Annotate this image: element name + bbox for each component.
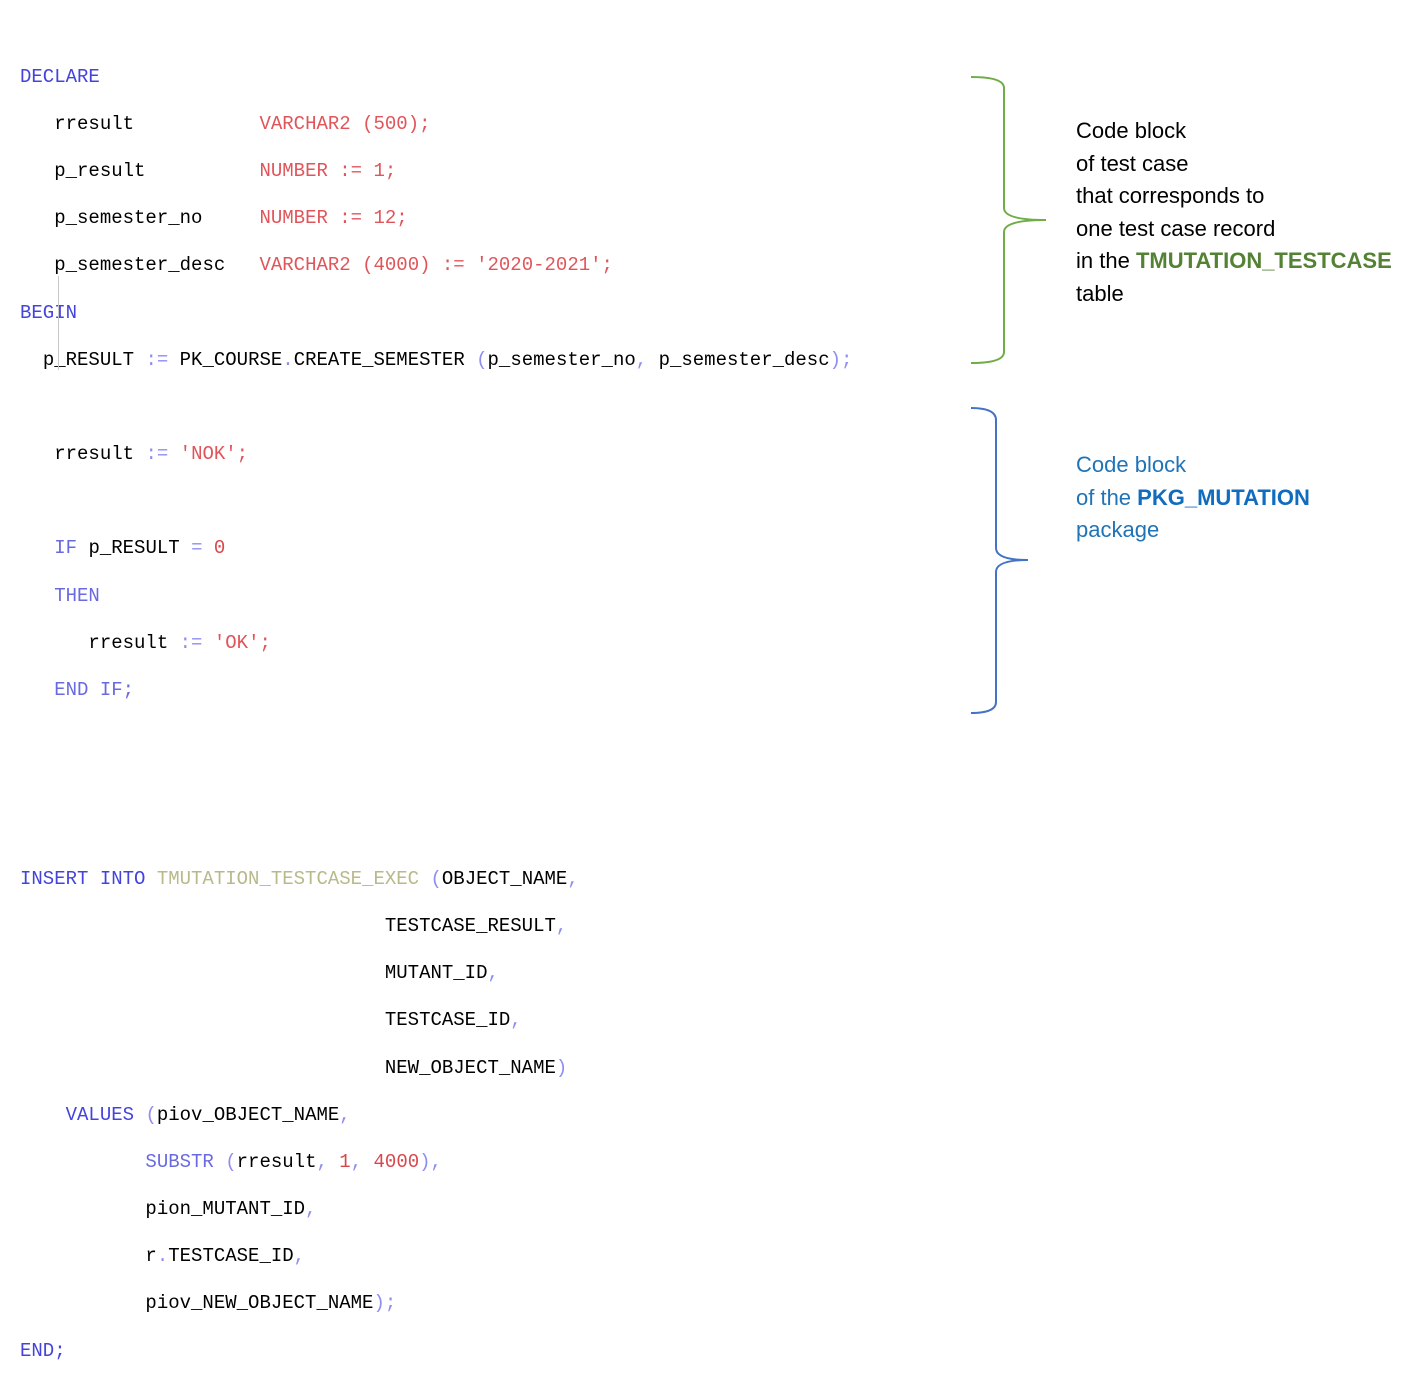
annotation-line: Code block: [1076, 452, 1187, 477]
value-prefix: r: [145, 1245, 157, 1268]
open-paren: (: [430, 867, 442, 890]
code-line-insert: INSERT INTO TMUTATION_TESTCASE_EXEC (OBJ…: [20, 868, 852, 892]
comma: ,: [555, 914, 568, 937]
annotation-test-case: Code block of test case that corresponds…: [1076, 115, 1392, 310]
code-line-values: VALUES (piov_OBJECT_NAME,: [20, 1104, 852, 1128]
comma: ,: [430, 1150, 442, 1173]
brace-test-case: [970, 76, 1047, 364]
comma: ,: [293, 1245, 306, 1268]
brace-pkg-mutation: [970, 407, 1029, 714]
code-line-value: r.TESTCASE_ID,: [20, 1245, 852, 1269]
value-expr: piov_OBJECT_NAME: [156, 1103, 340, 1126]
close-paren: ): [419, 1150, 431, 1173]
annotation-line: table: [1076, 280, 1124, 306]
code-line-value: SUBSTR (rresult, 1, 4000),: [20, 1151, 852, 1175]
package-name-highlight: PKG_MUTATION: [1137, 484, 1310, 510]
keyword-end: END;: [20, 1339, 66, 1362]
comma: ,: [350, 1150, 363, 1173]
annotation-line: one test case record: [1076, 215, 1276, 241]
table-name: TMUTATION_TESTCASE_EXEC: [156, 867, 420, 890]
comma: ,: [487, 962, 499, 985]
code-line-value: piov_NEW_OBJECT_NAME);: [20, 1292, 852, 1316]
column-name: NEW_OBJECT_NAME: [384, 1056, 556, 1079]
column-name: TESTCASE_ID: [384, 1009, 511, 1032]
code-line-value: pion_MUTANT_ID,: [20, 1198, 852, 1222]
function-substr: SUBSTR: [145, 1150, 214, 1173]
table-name-highlight: TMUTATION_TESTCASE: [1135, 248, 1392, 273]
number-literal: 4000: [373, 1150, 420, 1173]
annotation-line: Code block: [1076, 118, 1187, 143]
dot-operator: .: [156, 1245, 169, 1268]
substr-arg: rresult: [236, 1150, 317, 1173]
value-expr: pion_MUTANT_ID: [145, 1198, 306, 1221]
comma: ,: [567, 867, 579, 890]
annotation-pkg-mutation: Code block of the PKG_MUTATION package: [1076, 449, 1310, 547]
annotation-line: package: [1076, 517, 1160, 542]
annotation-line: that corresponds to: [1076, 183, 1265, 208]
comma: ,: [316, 1150, 328, 1173]
code-line-col: MUTANT_ID,: [20, 962, 852, 986]
value-expr: piov_NEW_OBJECT_NAME: [145, 1292, 374, 1315]
column-name: MUTANT_ID: [384, 962, 488, 985]
column-name: OBJECT_NAME: [441, 867, 568, 890]
code-line-col: TESTCASE_RESULT,: [20, 915, 852, 939]
keyword-values: VALUES: [65, 1103, 135, 1126]
keyword-insert-into: INSERT INTO: [20, 867, 146, 890]
close-paren: );: [373, 1292, 397, 1315]
number-literal: 1: [339, 1150, 351, 1173]
code-line-col: NEW_OBJECT_NAME): [20, 1057, 852, 1081]
open-paren: (: [145, 1103, 157, 1126]
value-expr: TESTCASE_ID: [168, 1245, 294, 1268]
close-paren: ): [555, 1056, 568, 1079]
code-line-end: END;: [20, 1340, 852, 1364]
column-name: TESTCASE_RESULT: [384, 914, 556, 937]
open-paren: (: [225, 1150, 237, 1173]
code-line-col: TESTCASE_ID,: [20, 1009, 852, 1033]
comma: ,: [510, 1009, 522, 1032]
comma: ,: [305, 1198, 317, 1221]
annotation-line-prefix: in the: [1076, 248, 1136, 273]
annotation-line: of test case: [1076, 150, 1189, 176]
comma: ,: [339, 1103, 351, 1126]
annotation-line-prefix: of the: [1076, 484, 1138, 510]
